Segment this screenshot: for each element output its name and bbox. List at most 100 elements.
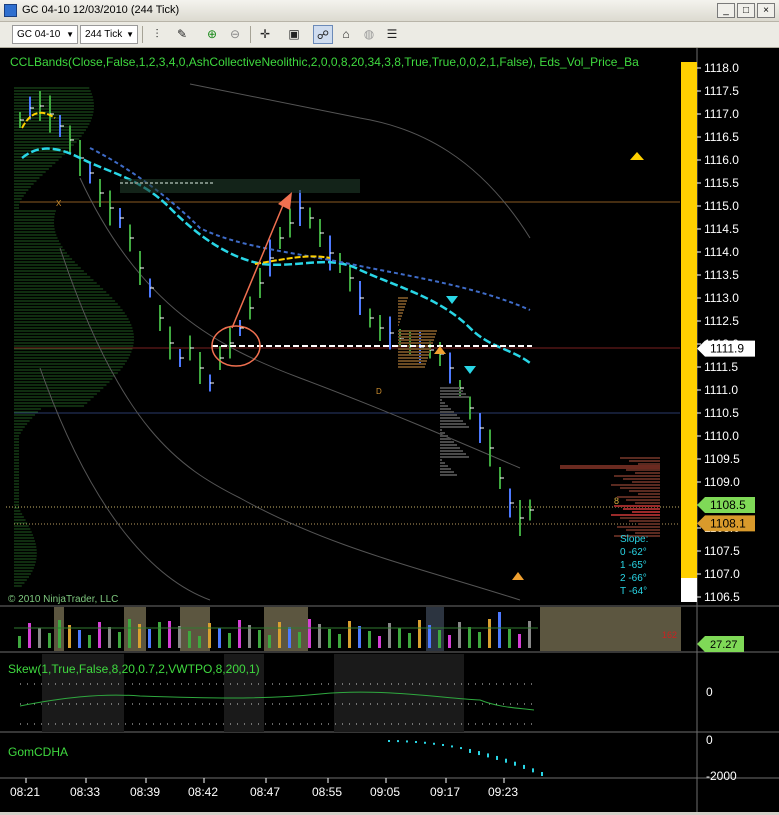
time-tick-label: 08:39 <box>130 785 160 799</box>
price-tick-label: 1117.5 <box>704 84 739 98</box>
volume-bar <box>118 632 121 648</box>
cdha-bar <box>541 772 543 776</box>
cdha-axis-tick: -2000 <box>706 769 737 783</box>
volume-bar <box>358 626 361 648</box>
cdha-bar <box>469 748 471 753</box>
price-marker-label: 1108.1 <box>710 516 746 530</box>
cdha-bar <box>487 753 489 758</box>
globe-icon[interactable]: ◍ <box>359 25 379 44</box>
cdha-label: GomCDHA <box>8 745 68 759</box>
time-tick-label: 08:55 <box>312 785 342 799</box>
close-button[interactable]: × <box>757 3 775 18</box>
cdha-bar <box>397 740 399 743</box>
price-tick-label: 1112.5 <box>704 314 739 328</box>
volume-bar <box>258 630 261 648</box>
price-marker-label: 1111.9 <box>710 342 744 356</box>
annotation-arrow-head <box>278 192 292 210</box>
maximize-button[interactable]: □ <box>737 3 755 18</box>
volume-bar <box>298 632 301 648</box>
time-tick-label: 08:42 <box>188 785 218 799</box>
volume-bar <box>368 631 371 648</box>
volume-bar <box>128 619 131 648</box>
chevron-down-icon: ▼ <box>66 30 74 39</box>
price-tick-label: 1114.5 <box>704 222 739 236</box>
supply-zone <box>120 179 360 193</box>
slope-row: 0 -62° <box>620 547 647 558</box>
cdha-bar <box>433 742 435 745</box>
chevron-down-icon: ▼ <box>126 30 134 39</box>
properties-icon[interactable]: ▣ <box>284 25 304 44</box>
price-tick-label: 1111.0 <box>704 383 738 397</box>
volume-bar <box>58 620 61 648</box>
indicator-label: CCLBands(Close,False,1,2,3,4,0,AshCollec… <box>10 55 639 69</box>
price-tick-label: 1117.0 <box>704 107 739 121</box>
slope-title: Slope: <box>620 534 648 545</box>
volume-shade <box>180 607 210 651</box>
window-title: GC 04-10 12/03/2010 (244 Tick) <box>22 4 180 16</box>
price-tick-label: 1116.0 <box>704 153 739 167</box>
chart-area[interactable]: CCLBands(Close,False,1,2,3,4,0,AshCollec… <box>0 48 779 812</box>
price-tick-label: 1113.5 <box>704 268 739 282</box>
toolbar-separator <box>142 26 143 43</box>
price-tick-label: 1109.5 <box>704 452 740 466</box>
data-box-icon[interactable]: ☰ <box>382 25 402 44</box>
d-marker: D <box>376 387 382 396</box>
cdha-bar <box>496 755 498 760</box>
chart-svg: CCLBands(Close,False,1,2,3,4,0,AshCollec… <box>0 48 779 812</box>
signal-band-end <box>681 578 697 602</box>
price-tick-label: 1118.0 <box>704 61 739 75</box>
cdha-bar <box>415 740 417 743</box>
volume-bar <box>38 628 41 648</box>
price-tick-label: 1115.0 <box>704 199 739 213</box>
vap-row <box>560 465 660 469</box>
volume-bar <box>278 622 281 648</box>
interval-selector[interactable]: 244 Tick ▼ <box>80 25 138 44</box>
volume-bar <box>518 634 521 648</box>
volume-bar <box>188 631 191 648</box>
x-marker: X <box>56 199 62 208</box>
volume-bar <box>528 621 531 648</box>
price-axis: 1118.0 1117.5 1117.0 1116.5 1116.0 1115.5 1115… <box>697 61 755 604</box>
arrow-down-icon <box>464 366 476 374</box>
crosshair-icon[interactable]: ✛ <box>255 25 275 44</box>
volume-bar <box>198 636 201 648</box>
slope-row: 1 -65° <box>620 560 647 571</box>
volume-bar <box>28 623 31 648</box>
cdha-bar <box>478 751 480 756</box>
volume-bar <box>478 632 481 648</box>
zoom-in-icon[interactable]: ⊕ <box>202 25 222 44</box>
price-tick-label: 1110.5 <box>704 406 739 420</box>
price-tick-label: 1107.5 <box>704 544 740 558</box>
volume-bar <box>178 626 181 648</box>
cdha-bar <box>388 740 390 742</box>
cdha-bar <box>523 764 525 769</box>
volume-bar <box>228 633 231 648</box>
annotation-arrow-line <box>231 197 287 329</box>
volume-bar <box>328 629 331 648</box>
cdha-bars <box>388 740 543 776</box>
cdha-bar <box>406 740 408 743</box>
volume-bar <box>418 620 421 648</box>
zoom-out-icon[interactable]: ⊖ <box>225 25 245 44</box>
cdha-bar <box>505 758 507 763</box>
volume-shade <box>124 607 146 651</box>
volume-bar <box>388 623 391 648</box>
strategies-icon[interactable]: ⌂ <box>336 25 356 44</box>
time-axis: 08:21 08:33 08:39 08:42 08:47 08:55 09:05 09:17… <box>10 778 518 799</box>
minimize-button[interactable]: _ <box>717 3 735 18</box>
volume-bar <box>108 627 111 648</box>
cdha-bar <box>451 745 453 748</box>
volume-bar <box>168 621 171 648</box>
cdha-axis-tick: 0 <box>706 733 713 747</box>
volume-axis-marker-label: 27.27 <box>710 639 738 651</box>
copyright-label: © 2010 NinjaTrader, LLC <box>8 594 118 605</box>
volume-bar <box>398 628 401 648</box>
volume-bar <box>148 629 151 648</box>
pencil-icon[interactable]: ✎ <box>172 25 192 44</box>
bar-type-icon[interactable]: ⫶ <box>147 25 167 44</box>
triangle-up-icon <box>630 152 644 160</box>
skew-axis-tick: 0 <box>706 685 713 699</box>
instrument-selector[interactable]: GC 04-10 ▼ <box>12 25 78 44</box>
indicators-icon[interactable]: ☍ <box>313 25 333 44</box>
volume-bar <box>448 635 451 648</box>
